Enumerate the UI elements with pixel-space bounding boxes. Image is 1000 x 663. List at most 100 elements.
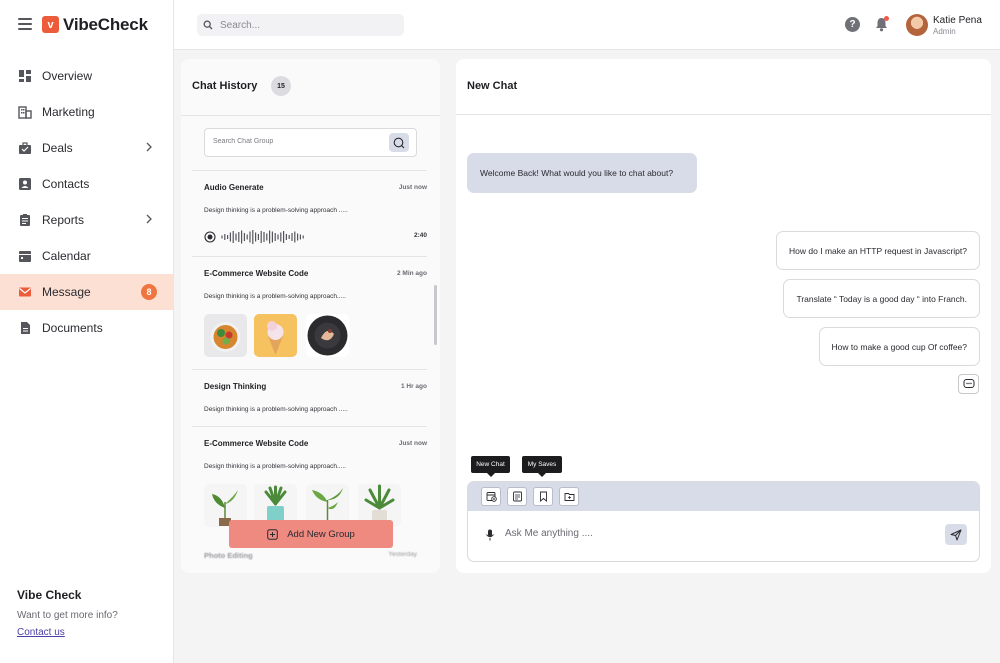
sidebar-item-label: Contacts — [42, 177, 90, 191]
chat-item-description: Design thinking is a problem-solving app… — [204, 207, 348, 214]
user-role: Admin — [933, 27, 956, 36]
audio-waveform[interactable] — [204, 229, 404, 245]
document-icon — [18, 321, 32, 335]
sidebar-item-message[interactable]: Message 8 — [0, 274, 174, 310]
new-chat-button[interactable] — [481, 487, 501, 506]
sidebar-item-reports[interactable]: Reports — [0, 202, 174, 238]
global-search[interactable] — [197, 14, 404, 36]
sidebar-item-label: Calendar — [42, 249, 91, 263]
divider — [181, 115, 440, 116]
calendar-icon — [18, 249, 32, 263]
search-icon — [393, 137, 405, 148]
sidebar-item-label: Overview — [42, 69, 93, 83]
notification-dot — [884, 16, 889, 21]
hamburger-menu-icon[interactable] — [18, 18, 32, 30]
food-bowl-thumbnail[interactable] — [204, 314, 247, 357]
brand-name: VibeCheck — [63, 15, 148, 34]
sidebar-item-label: Message — [42, 285, 91, 299]
footer-title: Vibe Check — [17, 588, 82, 602]
send-button[interactable] — [945, 524, 967, 545]
chat-item-description: Design thinking is a problem-solving app… — [204, 406, 348, 413]
mail-icon — [18, 285, 32, 299]
user-avatar[interactable] — [906, 14, 928, 36]
sidebar-item-contacts[interactable]: Contacts — [0, 166, 174, 202]
sidebar-item-label: Documents — [42, 321, 103, 335]
briefcase-icon — [18, 141, 32, 155]
search-icon — [203, 20, 213, 30]
new-chat-title: New Chat — [467, 80, 518, 92]
grid-icon — [18, 69, 32, 83]
sidebar-item-documents[interactable]: Documents — [0, 310, 174, 346]
folder-add-icon — [564, 493, 574, 501]
chat-item-time: Just now — [398, 184, 427, 191]
global-search-input[interactable] — [220, 19, 390, 31]
user-message: Translate “ Today is a good day “ into F… — [783, 279, 980, 318]
chat-history-item[interactable]: Audio Generate Just now Design thinking … — [192, 170, 427, 256]
contact-us-link[interactable]: Contact us — [17, 627, 65, 638]
composer-toolbar — [468, 482, 979, 511]
calendar-add-icon — [486, 492, 497, 502]
chat-item-description: Design thinking is a problem-solving app… — [204, 463, 346, 470]
building-icon — [18, 105, 32, 119]
user-name: Katie Pena — [933, 15, 982, 26]
chat-bubble-icon[interactable] — [958, 374, 979, 394]
footer-subtitle: Want to get more info? — [17, 610, 118, 621]
brand-logo-icon: v — [42, 16, 59, 33]
notification-bell-icon[interactable] — [874, 16, 889, 32]
sidebar-item-label: Marketing — [42, 105, 95, 119]
chat-history-item-faded[interactable]: Photo Editing Yesterday — [204, 551, 417, 560]
chat-item-description: Design thinking is a problem-solving app… — [204, 293, 346, 300]
chat-history-item[interactable]: E-Commerce Website Code 2 Min ago Design… — [192, 256, 427, 369]
chat-item-title: E-Commerce Website Code — [204, 439, 309, 448]
chevron-right-icon[interactable] — [144, 214, 154, 224]
clipboard-icon — [18, 213, 32, 227]
microphone-icon[interactable] — [485, 529, 495, 541]
folder-add-button[interactable] — [559, 487, 579, 506]
chat-history-title: Chat History — [192, 80, 258, 92]
sidebar-item-label: Reports — [42, 213, 85, 227]
chat-history-count: 15 — [271, 76, 291, 96]
chat-composer — [467, 481, 980, 562]
add-new-group-button[interactable]: Add New Group — [229, 520, 393, 548]
brand-bar: v VibeCheck — [0, 0, 174, 50]
sidebar-footer: Vibe Check Want to get more info? Contac… — [17, 588, 118, 640]
chat-item-title: Audio Generate — [204, 183, 264, 192]
send-icon — [950, 529, 962, 540]
add-new-group-label: Add New Group — [287, 528, 355, 540]
chat-group-search[interactable] — [204, 128, 417, 157]
sidebar-item-overview[interactable]: Overview — [0, 58, 174, 94]
sidebar-item-calendar[interactable]: Calendar — [0, 238, 174, 274]
history-scrollbar[interactable] — [434, 285, 437, 345]
chat-group-search-input[interactable] — [213, 138, 373, 145]
chat-message-input[interactable] — [505, 528, 905, 539]
ice-cream-thumbnail[interactable] — [254, 314, 297, 357]
contact-card-icon — [18, 177, 32, 191]
sidebar-item-deals[interactable]: Deals — [0, 130, 174, 166]
chat-item-title: E-Commerce Website Code — [204, 269, 309, 278]
chevron-right-icon[interactable] — [144, 142, 154, 152]
bot-message: Welcome Back! What would you like to cha… — [467, 153, 697, 193]
chat-item-title: Photo Editing — [204, 551, 253, 560]
chat-item-time: 2 Min ago — [397, 270, 427, 277]
sidebar-nav: Overview Marketing Deals Contacts Report… — [0, 58, 174, 346]
chat-group-search-button[interactable] — [389, 133, 409, 152]
play-icon — [204, 231, 216, 243]
bookmark-icon — [539, 491, 547, 502]
chat-item-time: 1 Hr ago — [400, 383, 427, 390]
new-chat-tooltip: New Chat — [471, 456, 510, 477]
chat-history-item[interactable]: Design Thinking 1 Hr ago Design thinking… — [192, 369, 427, 426]
chat-history-panel: Chat History 15 Audio Generate Just now … — [181, 59, 440, 573]
chat-item-title: Design Thinking — [204, 382, 267, 391]
divider — [456, 114, 991, 115]
audio-duration: 2:40 — [413, 232, 427, 239]
my-saves-button[interactable] — [533, 487, 553, 506]
sidebar-item-marketing[interactable]: Marketing — [0, 94, 174, 130]
my-saves-tooltip: My Saves — [522, 456, 562, 477]
help-icon[interactable]: ? — [845, 17, 860, 32]
sidebar-item-label: Deals — [42, 141, 73, 155]
sidebar: v VibeCheck Overview Marketing Deals Con… — [0, 0, 174, 663]
notes-button[interactable] — [507, 487, 527, 506]
message-count-badge: 8 — [141, 284, 157, 300]
user-message: How to make a good cup Of coffee? — [818, 327, 980, 366]
plated-dish-thumbnail[interactable] — [306, 314, 349, 357]
